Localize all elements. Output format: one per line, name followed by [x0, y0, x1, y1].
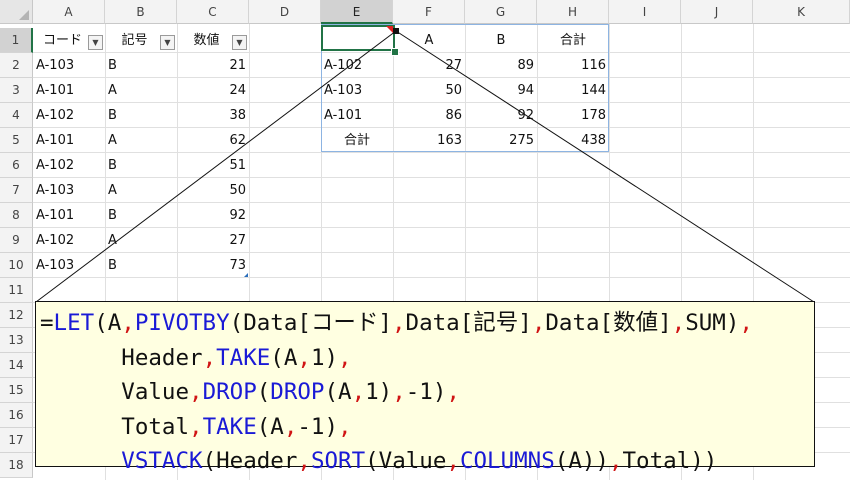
formula-text: Value: [40, 379, 190, 405]
formula-text: (A: [324, 379, 352, 405]
formula-separator: ,: [297, 344, 311, 371]
formula-function: DROP: [270, 379, 325, 405]
formula-text: SUM): [685, 310, 740, 336]
formula-separator: ,: [739, 310, 753, 336]
formula-separator: ,: [351, 379, 366, 405]
formula-function: DROP: [202, 379, 257, 405]
callout-leader-line: [35, 30, 397, 303]
formula-separator: ,: [608, 448, 623, 474]
formula-line: Header,TAKE(A,1),: [40, 341, 814, 376]
formula-text: (A: [94, 310, 122, 336]
formula-line: =LET(A,PIVOTBY(Data[コード],Data[記号],Data[数…: [40, 306, 814, 341]
formula-function: VSTACK: [121, 448, 203, 474]
formula-text: Data[数値]: [545, 310, 672, 336]
formula-line: Total,TAKE(A,-1),: [40, 410, 814, 445]
formula-text: (A: [270, 344, 298, 371]
spreadsheet-grid: A B C D E F G H I J K 1 2 3 4 5 6 7 8 9 …: [0, 0, 850, 480]
formula-function: PIVOTBY: [134, 310, 230, 336]
formula-function: COLUMNS: [459, 448, 555, 474]
formula-text: -1): [297, 413, 339, 440]
formula-separator: ,: [121, 310, 135, 336]
formula-function: SORT: [310, 448, 366, 474]
formula-separator: ,: [338, 413, 352, 440]
formula-text: (Data[コード]: [229, 310, 392, 336]
formula-callout: =LET(A,PIVOTBY(Data[コード],Data[記号],Data[数…: [35, 301, 815, 474]
formula-text: 1): [365, 379, 393, 405]
formula-text: [40, 448, 121, 474]
formula-function: TAKE: [216, 344, 271, 371]
formula-separator: ,: [338, 344, 352, 371]
formula-separator: ,: [297, 448, 311, 474]
formula-text: -1): [405, 379, 447, 405]
formula-separator: ,: [671, 310, 686, 336]
formula-separator: ,: [189, 413, 203, 440]
formula-separator: ,: [283, 413, 298, 440]
formula-separator: ,: [446, 379, 460, 405]
formula-function: LET: [53, 310, 95, 336]
formula-text: =: [40, 310, 54, 336]
formula-text: Header: [40, 344, 203, 371]
formula-text: (A)): [554, 448, 609, 474]
formula-separator: ,: [391, 310, 406, 336]
formula-text: (A: [256, 413, 284, 440]
formula-text: (: [256, 379, 271, 405]
formula-separator: ,: [189, 379, 203, 405]
formula-line: VSTACK(Header,SORT(Value,COLUMNS(A)),Tot…: [40, 444, 814, 479]
formula-text: Total)): [622, 448, 718, 474]
formula-separator: ,: [531, 310, 546, 336]
formula-text: 1): [310, 344, 339, 371]
formula-separator: ,: [202, 344, 217, 371]
formula-separator: ,: [446, 448, 460, 474]
formula-text: (Header: [202, 448, 298, 474]
formula-text: (Value: [365, 448, 447, 474]
formula-separator: ,: [392, 379, 406, 405]
callout-leader-line: [395, 30, 815, 303]
formula-text: Total: [40, 413, 190, 440]
formula-line: Value,DROP(DROP(A,1),-1),: [40, 375, 814, 410]
formula-function: TAKE: [202, 413, 257, 440]
formula-text: Data[記号]: [405, 310, 532, 336]
